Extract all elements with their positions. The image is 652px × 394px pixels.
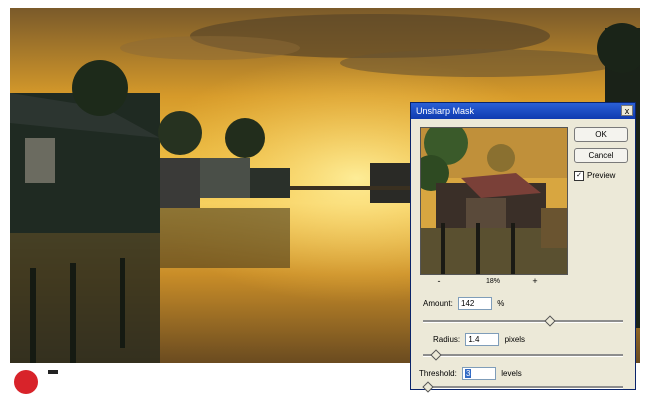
zoom-value: 18%: [486, 278, 501, 285]
unsharp-mask-dialog: Unsharp Mask x OK Cancel ✓ Preview - 18% …: [410, 102, 636, 393]
threshold-unit: levels: [501, 369, 522, 378]
threshold-slider[interactable]: [422, 381, 623, 393]
threshold-row: Threshold: 3 levels: [419, 367, 522, 381]
ok-button[interactable]: OK: [574, 127, 628, 142]
threshold-label: Threshold:: [419, 369, 457, 378]
close-button[interactable]: x: [621, 105, 633, 116]
step-badge: [14, 370, 38, 394]
dialog-titlebar[interactable]: Unsharp Mask x: [411, 103, 635, 119]
preview-image: [421, 128, 567, 274]
preview-window[interactable]: [420, 127, 568, 275]
amount-slider-thumb[interactable]: [544, 315, 556, 327]
radius-slider-track[interactable]: [423, 354, 623, 357]
amount-label: Amount:: [423, 299, 453, 308]
amount-input[interactable]: 142: [458, 297, 493, 311]
threshold-slider-track[interactable]: [423, 386, 623, 389]
radius-slider[interactable]: [423, 349, 623, 361]
threshold-input[interactable]: 3: [462, 367, 497, 381]
amount-unit: %: [497, 299, 505, 308]
radius-slider-thumb[interactable]: [430, 349, 442, 361]
radius-unit: pixels: [504, 335, 526, 344]
cancel-button[interactable]: Cancel: [574, 148, 628, 163]
dialog-title: Unsharp Mask: [416, 106, 475, 116]
threshold-slider-thumb[interactable]: [422, 381, 434, 393]
amount-slider-track[interactable]: [423, 320, 623, 323]
zoom-controls: - 18% +: [420, 277, 568, 291]
radius-input[interactable]: 1.4: [465, 333, 500, 347]
step-rule: [48, 370, 58, 374]
zoom-in-button[interactable]: +: [530, 277, 540, 287]
threshold-value: 3: [465, 369, 472, 379]
amount-row: Amount: 142 %: [423, 297, 505, 311]
preview-checkbox-label: Preview: [587, 171, 616, 181]
amount-slider[interactable]: [423, 315, 623, 327]
checkbox-box[interactable]: ✓: [574, 171, 584, 181]
preview-checkbox[interactable]: ✓ Preview: [574, 171, 615, 181]
radius-label: Radius:: [433, 335, 461, 344]
radius-row: Radius: 1.4 pixels: [433, 333, 526, 347]
zoom-out-button[interactable]: -: [434, 277, 444, 287]
